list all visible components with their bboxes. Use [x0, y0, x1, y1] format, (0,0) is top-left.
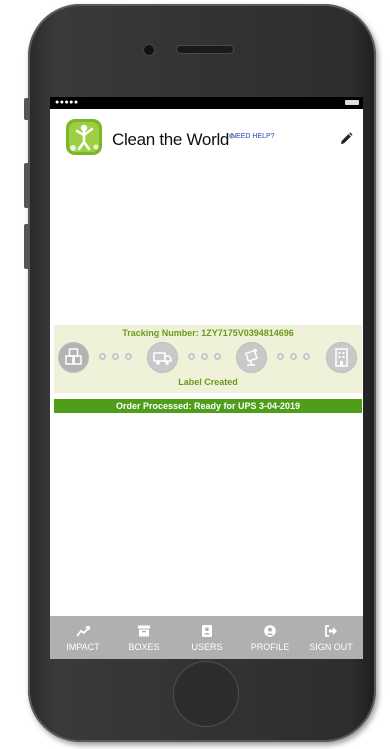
step-processing — [236, 342, 267, 373]
nav-label: USERS — [191, 642, 223, 652]
app-screen: ●●●●● Clean the World® NEED HELP? Tracki… — [50, 97, 363, 659]
home-button[interactable] — [173, 661, 239, 727]
need-help-link[interactable]: NEED HELP? — [231, 133, 275, 140]
nav-users[interactable]: USERS — [178, 616, 236, 659]
nav-label: SIGN OUT — [309, 642, 353, 652]
step-label-created — [58, 342, 89, 373]
nav-sign-out[interactable]: SIGN OUT — [302, 616, 360, 659]
truck-icon — [153, 352, 172, 365]
package-scan-icon — [245, 348, 258, 366]
volume-up-button — [24, 163, 30, 208]
nav-label: IMPACT — [66, 642, 100, 652]
progress-dot — [277, 353, 284, 360]
mute-switch — [24, 98, 30, 120]
chart-trend-icon — [76, 626, 90, 637]
step-delivered — [326, 342, 357, 373]
nav-label: BOXES — [128, 642, 160, 652]
progress-dot — [112, 353, 119, 360]
progress-dot — [188, 353, 195, 360]
progress-dot — [214, 353, 221, 360]
brand-name: Clean the World® — [112, 130, 234, 149]
archive-box-icon — [138, 625, 150, 637]
progress-dot — [125, 353, 132, 360]
signal-icon: ●●●●● — [55, 99, 79, 106]
tracking-panel: Tracking Number: 1ZY7175V0394814696 Labe… — [54, 325, 362, 393]
tracking-number: Tracking Number: 1ZY7175V0394814696 — [122, 328, 294, 338]
sign-out-icon — [325, 625, 337, 637]
building-icon — [335, 348, 348, 367]
step-in-transit — [147, 342, 178, 373]
shipment-status-label: Label Created — [178, 377, 238, 387]
progress-dot — [303, 353, 310, 360]
progress-dot — [201, 353, 208, 360]
earpiece-speaker — [177, 46, 233, 53]
clean-the-world-logo-icon — [66, 119, 102, 155]
battery-icon — [345, 100, 359, 105]
app-header: Clean the World® NEED HELP? — [50, 109, 363, 159]
address-book-icon — [202, 625, 212, 637]
order-status-bar: Order Processed: Ready for UPS 3-04-2019 — [54, 399, 362, 413]
progress-dot — [290, 353, 297, 360]
volume-down-button — [24, 224, 30, 269]
nav-impact[interactable]: IMPACT — [54, 616, 112, 659]
boxes-icon — [65, 348, 82, 365]
user-circle-icon — [264, 625, 276, 637]
status-bar: ●●●●● — [50, 97, 363, 109]
edit-pencil-icon[interactable] — [339, 132, 353, 146]
progress-dot — [99, 353, 106, 360]
nav-profile[interactable]: PROFILE — [241, 616, 299, 659]
nav-boxes[interactable]: BOXES — [115, 616, 173, 659]
nav-label: PROFILE — [250, 642, 290, 652]
bottom-navigation: IMPACT BOXES USERS PROFILE SIGN OUT — [50, 616, 363, 659]
front-camera — [144, 45, 154, 55]
